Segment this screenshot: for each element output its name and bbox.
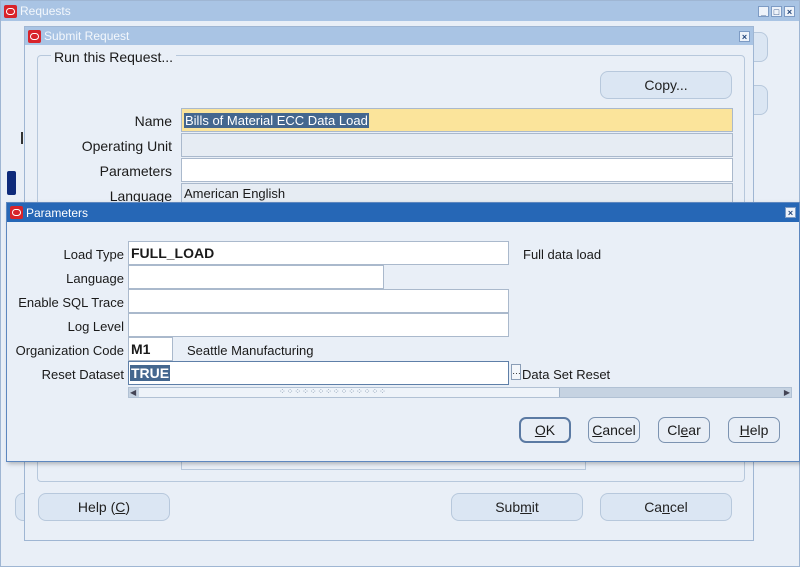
operating-unit-field [181,133,733,157]
load-type-description: Full data load [523,247,602,262]
parameters-window: Parameters × Load Type FULL_LOAD Full da… [6,202,800,462]
submit-request-title: Submit Request [44,29,130,43]
scrollbar-thumb[interactable]: ⁘⁘⁘⁘⁘⁘⁘⁘⁘⁘⁘⁘⁘⁘ [139,387,560,397]
org-code-label: Organization Code [15,343,124,358]
sql-trace-field[interactable] [128,289,509,313]
help-button[interactable]: Help [728,417,780,443]
grip-icon: ⁘⁘⁘⁘⁘⁘⁘⁘⁘⁘⁘⁘⁘⁘ [279,387,387,396]
ok-button[interactable]: OK [519,417,571,443]
submit-request-titlebar: Submit Request × [25,27,753,45]
load-type-field[interactable]: FULL_LOAD [128,241,509,265]
oracle-logo-icon [10,206,23,219]
name-label: Name [134,113,172,129]
close-icon[interactable]: × [785,207,796,218]
minimize-icon[interactable]: _ [758,5,769,17]
parameters-title: Parameters [26,205,89,220]
parameters-field[interactable] [181,158,733,182]
help-button[interactable]: Help (C) [38,493,170,521]
name-field[interactable]: Bills of Material ECC Data Load [181,108,733,132]
horizontal-scrollbar[interactable]: ◀ ⁘⁘⁘⁘⁘⁘⁘⁘⁘⁘⁘⁘⁘⁘ ▶ [128,387,792,398]
reset-dataset-label: Reset Dataset [41,367,124,382]
close-icon[interactable]: × [739,30,750,42]
log-level-label: Log Level [67,319,124,334]
scroll-right-icon[interactable]: ▶ [784,388,790,397]
clear-button[interactable]: Clear [658,417,710,443]
scroll-left-icon[interactable]: ◀ [130,388,136,397]
requests-titlebar: Requests _ □ × [1,1,799,21]
oracle-logo-icon [4,4,17,18]
submit-button[interactable]: Submit [451,493,583,521]
maximize-icon[interactable]: □ [771,5,782,17]
background-tick [21,132,23,144]
requests-title: Requests [20,4,71,18]
org-code-description: Seattle Manufacturing [187,343,314,358]
copy-button[interactable]: Copy... [600,71,732,99]
cancel-button[interactable]: Cancel [588,417,640,443]
reset-dataset-field[interactable]: TRUE [128,361,509,385]
org-code-field[interactable]: M1 [128,337,173,361]
reset-dataset-description: Data Set Reset [522,367,611,382]
background-indicator [7,171,16,195]
log-level-field[interactable] [128,313,509,337]
oracle-logo-icon [28,29,41,43]
run-request-label: Run this Request... [51,49,177,65]
sql-trace-label: Enable SQL Trace [18,295,124,310]
language-field[interactable] [128,265,384,289]
reset-dataset-lov-button[interactable]: … [511,364,521,380]
parameters-label: Parameters [99,163,172,179]
close-icon[interactable]: × [784,5,795,17]
load-type-label: Load Type [63,247,124,262]
ellipsis-icon: … [512,366,521,376]
operating-unit-label: Operating Unit [81,138,172,154]
cancel-button[interactable]: Cancel [600,493,732,521]
parameters-titlebar: Parameters × [7,203,799,222]
language-label: Language [66,271,124,286]
